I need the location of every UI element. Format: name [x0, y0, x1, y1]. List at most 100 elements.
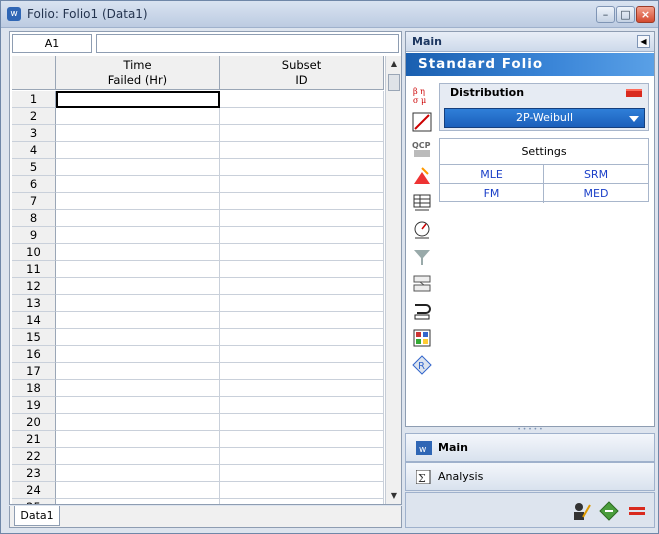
sheet-cell[interactable] [56, 482, 220, 499]
row-header[interactable]: 10 [12, 244, 56, 261]
sheet-cell[interactable] [56, 142, 220, 159]
beta-mu-sigma-icon[interactable]: β ησ μ [411, 84, 433, 106]
sheet-cell[interactable] [56, 108, 220, 125]
sheet-cell[interactable] [220, 91, 384, 108]
sheet-cell[interactable] [56, 227, 220, 244]
row-header[interactable]: 11 [12, 261, 56, 278]
row-header[interactable]: 25 [12, 499, 56, 504]
sheet-cell[interactable] [56, 329, 220, 346]
cell-reference-box[interactable]: A1 [12, 34, 92, 53]
gauge-icon[interactable] [411, 219, 433, 241]
sheet-cell[interactable] [56, 278, 220, 295]
sheet-cell[interactable] [220, 448, 384, 465]
sheet-cell[interactable] [220, 295, 384, 312]
grid-options-icon[interactable] [411, 327, 433, 349]
row-header[interactable]: 18 [12, 380, 56, 397]
sheet-cell[interactable] [56, 414, 220, 431]
sheet-cell[interactable] [220, 329, 384, 346]
sheet-cell[interactable] [220, 227, 384, 244]
sheet-cell[interactable] [56, 499, 220, 504]
sheet-cell[interactable] [220, 482, 384, 499]
row-header[interactable]: 8 [12, 210, 56, 227]
sheet-cell[interactable] [56, 193, 220, 210]
sheet-cell[interactable] [56, 312, 220, 329]
row-header[interactable]: 9 [12, 227, 56, 244]
scroll-down-icon[interactable]: ▼ [386, 488, 402, 504]
sheet-cell[interactable] [220, 346, 384, 363]
row-header[interactable]: 5 [12, 159, 56, 176]
panel-splitter[interactable]: • • • • • [405, 427, 655, 433]
settings-option-srm[interactable]: SRM [544, 165, 648, 184]
column-header-subset[interactable]: Subset ID [220, 56, 384, 90]
row-header[interactable]: 20 [12, 414, 56, 431]
row-header[interactable]: 14 [12, 312, 56, 329]
data-table-icon[interactable] [411, 192, 433, 214]
sheet-cell[interactable] [56, 465, 220, 482]
sheet-cell[interactable] [220, 278, 384, 295]
sheet-cell[interactable] [220, 108, 384, 125]
sheet-cell[interactable] [56, 176, 220, 193]
sheet-tab-data1[interactable]: Data1 [14, 506, 60, 526]
sheet-cell[interactable] [56, 431, 220, 448]
row-header[interactable]: 4 [12, 142, 56, 159]
scroll-thumb[interactable] [388, 74, 400, 91]
sheet-cell[interactable] [220, 125, 384, 142]
formula-bar[interactable] [96, 34, 399, 53]
qcp-icon[interactable]: QCP [411, 138, 433, 160]
probability-plot-icon[interactable] [411, 111, 433, 133]
collapse-panel-icon[interactable]: ◀ [637, 35, 650, 48]
sheet-cell[interactable] [56, 397, 220, 414]
sheet-cell[interactable] [220, 193, 384, 210]
title-bar[interactable]: w Folio: Folio1 (Data1) – □ × [1, 1, 658, 28]
sheet-cell[interactable] [220, 312, 384, 329]
row-header[interactable]: 6 [12, 176, 56, 193]
sheet-cell[interactable] [220, 210, 384, 227]
scroll-up-icon[interactable]: ▲ [386, 56, 402, 72]
nav-analysis-button[interactable]: Σ Analysis [405, 462, 655, 491]
sheet-cell[interactable] [220, 499, 384, 504]
sheet-cell[interactable] [220, 363, 384, 380]
sheet-cell[interactable] [56, 261, 220, 278]
sheet-cell[interactable] [220, 244, 384, 261]
settings-option-mle[interactable]: MLE [440, 165, 544, 184]
sheet-cell[interactable] [220, 380, 384, 397]
nav-main-button[interactable]: w Main [405, 433, 655, 462]
flag-icon[interactable] [626, 89, 642, 97]
sheet-cell[interactable] [56, 295, 220, 312]
sheet-cell[interactable] [220, 465, 384, 482]
settings-option-fm[interactable]: FM [440, 184, 544, 203]
sheet-cell[interactable] [56, 363, 220, 380]
workflow-icon[interactable]: R [411, 354, 433, 376]
sheet-cell[interactable] [220, 142, 384, 159]
row-header[interactable]: 2 [12, 108, 56, 125]
selected-cell[interactable] [56, 91, 220, 108]
row-header[interactable]: 15 [12, 329, 56, 346]
sheet-cell[interactable] [220, 414, 384, 431]
filter-icon[interactable] [411, 246, 433, 268]
row-header[interactable]: 23 [12, 465, 56, 482]
flag-menu-icon[interactable] [625, 499, 649, 523]
row-header[interactable]: 12 [12, 278, 56, 295]
maximize-button[interactable]: □ [616, 6, 635, 23]
minimize-button[interactable]: – [596, 6, 615, 23]
row-header[interactable]: 3 [12, 125, 56, 142]
close-button[interactable]: × [636, 6, 655, 23]
sheet-cell[interactable] [56, 346, 220, 363]
user-tool-icon[interactable] [569, 499, 593, 523]
sheet-cell[interactable] [56, 159, 220, 176]
row-header[interactable]: 1 [12, 91, 56, 108]
row-header[interactable]: 22 [12, 448, 56, 465]
calculate-icon[interactable] [597, 499, 621, 523]
row-header[interactable]: 13 [12, 295, 56, 312]
settings-option-med[interactable]: MED [544, 184, 648, 203]
sheet-cell[interactable] [56, 210, 220, 227]
subset-icon[interactable] [411, 300, 433, 322]
wizard-icon[interactable] [411, 165, 433, 187]
corner-header[interactable] [12, 56, 56, 90]
row-header[interactable]: 24 [12, 482, 56, 499]
distribution-select[interactable]: 2P-Weibull [444, 108, 645, 128]
row-header[interactable]: 19 [12, 397, 56, 414]
row-header[interactable]: 17 [12, 363, 56, 380]
vertical-scrollbar[interactable]: ▲ ▼ [385, 56, 401, 504]
row-header[interactable]: 7 [12, 193, 56, 210]
